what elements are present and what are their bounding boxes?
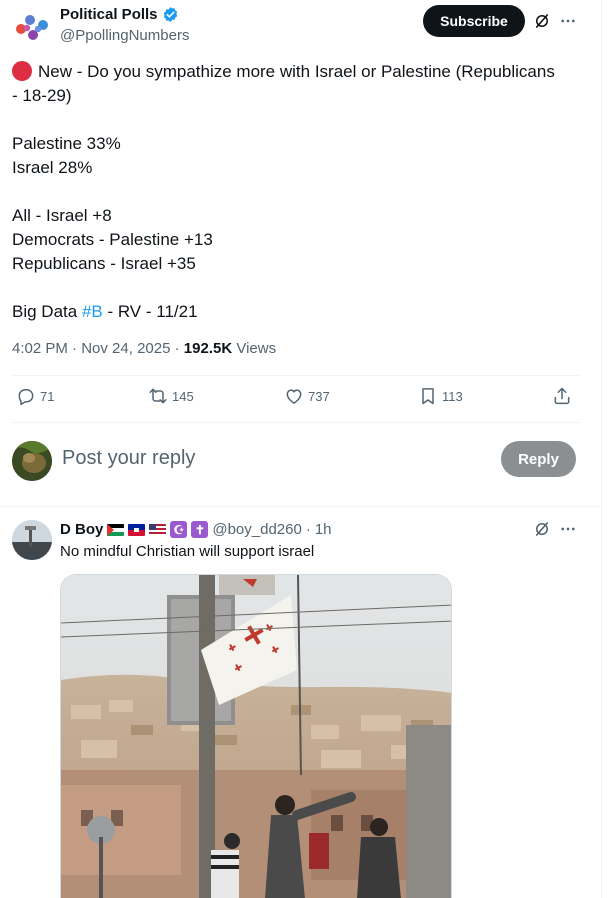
hashtag-link[interactable]: #B (82, 302, 103, 321)
more-icon[interactable] (559, 520, 577, 538)
red-circle-icon (12, 61, 32, 81)
reply-button[interactable]: Reply (501, 441, 576, 477)
reply-media-photo[interactable] (60, 574, 452, 898)
post-text: New - Do you sympathize more with Israel… (12, 60, 592, 324)
grok-icon[interactable] (533, 12, 551, 30)
author-name[interactable]: Political Polls (60, 6, 179, 23)
reply-author-name[interactable]: D Boy (60, 521, 103, 538)
political-polls-logo[interactable] (12, 8, 52, 48)
reply-icon (18, 389, 34, 406)
post-line-3 (12, 108, 592, 132)
repost-action[interactable]: 145 (148, 386, 194, 406)
reply-author-handle[interactable]: @boy_dd260 (212, 521, 301, 538)
subscribe-button[interactable]: Subscribe (423, 5, 525, 37)
column-border (601, 0, 602, 898)
post-line-9: Republicans - Israel +35 (12, 254, 196, 273)
post-line-2: - 18-29) (12, 86, 72, 105)
user-avatar[interactable] (12, 441, 52, 481)
post-line-1: New - Do you sympathize more with Israel… (12, 60, 592, 84)
post-line-7: All - Israel +8 (12, 206, 112, 225)
reply-header: D Boy ☪ ✝ @boy_dd260 · 1h (60, 521, 332, 538)
views-label: Views (236, 340, 277, 357)
separator-dot: · (305, 521, 311, 538)
post-line-10 (12, 276, 592, 300)
reply-time[interactable]: 1h (315, 521, 332, 538)
action-bar: 71 145 737 113 (12, 386, 580, 412)
author-handle[interactable]: @PpollingNumbers (60, 27, 189, 44)
divider (0, 506, 600, 507)
street-scene-image (61, 575, 451, 898)
post-header: Political Polls @PpollingNumbers Subscri… (12, 2, 588, 46)
reply-text: No mindful Christian will support israel (60, 543, 315, 560)
divider (12, 422, 580, 423)
post-line-4: Palestine 33% (12, 134, 121, 153)
bookmark-count: 113 (442, 388, 463, 404)
more-icon[interactable] (559, 12, 577, 30)
views-count: 192.5K (183, 340, 233, 357)
avatar-image (12, 520, 52, 560)
post-time[interactable]: 4:02 PM (12, 340, 68, 357)
reply-action[interactable]: 71 (16, 386, 54, 406)
post-line-8: Democrats - Palestine +13 (12, 230, 213, 249)
grok-icon[interactable] (533, 520, 551, 538)
post-meta: 4:02 PM · Nov 24, 2025 · 192.5K Views (12, 340, 277, 357)
post-line-5: Israel 28% (12, 158, 93, 177)
like-count: 737 (308, 388, 330, 404)
post-line-6 (12, 180, 592, 204)
reply-author-avatar[interactable] (12, 520, 52, 560)
latin-cross-icon: ✝ (191, 521, 209, 538)
palestine-flag-icon (107, 523, 125, 536)
haiti-flag-icon (128, 523, 146, 536)
us-flag-icon (149, 523, 167, 536)
post-source-line: Big Data #B - RV - 11/21 (12, 302, 198, 321)
reply-count: 71 (40, 388, 55, 404)
share-icon (554, 387, 570, 405)
star-crescent-icon: ☪ (170, 521, 188, 538)
repost-icon (149, 388, 167, 404)
bookmark-action[interactable]: 113 (418, 386, 463, 406)
post-date[interactable]: Nov 24, 2025 (81, 340, 170, 357)
verified-badge-icon (163, 7, 177, 22)
author-name-text[interactable]: Political Polls (60, 6, 158, 23)
reply-input[interactable]: Post your reply (62, 447, 195, 470)
share-action[interactable] (552, 386, 572, 406)
like-action[interactable]: 737 (284, 386, 330, 406)
like-icon (286, 389, 302, 404)
divider (12, 375, 580, 376)
bookmark-icon (422, 388, 434, 405)
repost-count: 145 (172, 388, 194, 404)
avatar-image (12, 441, 52, 481)
